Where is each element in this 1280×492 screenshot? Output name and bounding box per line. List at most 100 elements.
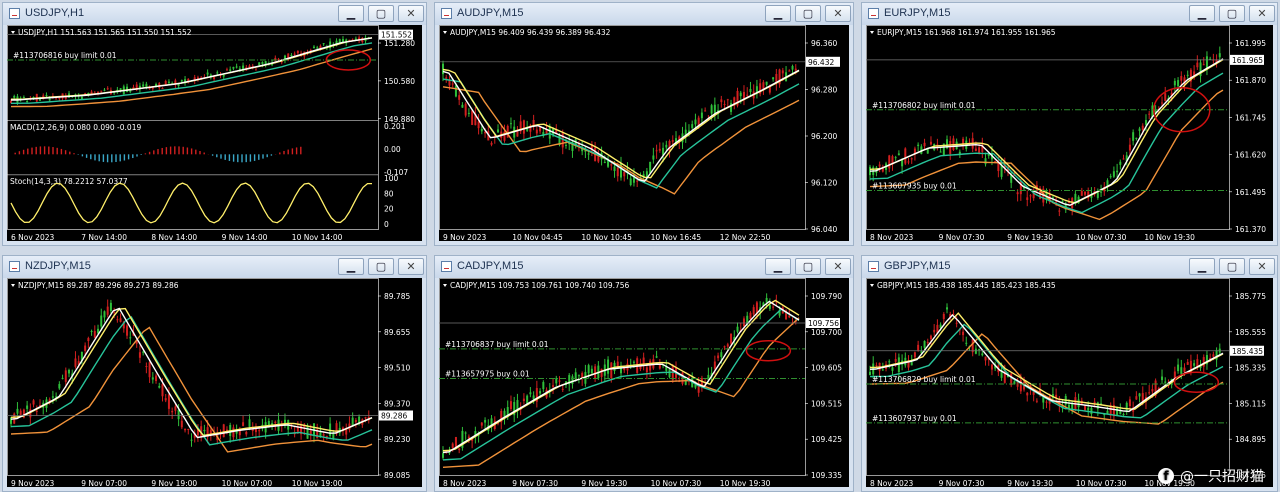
- candle-body: [22, 97, 25, 99]
- candle-body: [103, 311, 106, 318]
- price-axis-label: 185.115: [1235, 399, 1266, 408]
- close-button[interactable]: ✕: [398, 5, 424, 22]
- chart-canvas: 161.965 #113706802 buy limit 0.01 #1136079…: [866, 25, 1266, 242]
- price-axis-label: 96.200: [811, 132, 837, 141]
- restore-icon: ▢: [375, 260, 387, 273]
- candle-body: [1080, 190, 1083, 196]
- chart-window-eurjpy[interactable]: EURJPY,M15 ▁ ▢ ✕ 161.965 #113706802 buy limit…: [861, 2, 1278, 246]
- restore-button[interactable]: ▢: [368, 5, 394, 22]
- candle-body: [552, 385, 555, 387]
- candle-body: [161, 384, 164, 397]
- candle-body: [1093, 401, 1096, 403]
- candle-body: [126, 325, 129, 336]
- price-chart[interactable]: 185.435 #113706829 buy limit 0.01 #1136079…: [866, 278, 1273, 488]
- time-axis-label: 9 Nov 19:30: [581, 479, 627, 488]
- candle-body: [897, 153, 900, 156]
- close-button[interactable]: ✕: [1249, 258, 1275, 275]
- chart-window-icon: [868, 261, 879, 272]
- candle-body: [971, 339, 974, 353]
- restore-button[interactable]: ▢: [795, 258, 821, 275]
- candle-body: [16, 408, 19, 414]
- candle-body: [894, 358, 897, 362]
- candle-body: [529, 392, 532, 395]
- price-chart[interactable]: 89.286 89.785 89.655 89.510 89.370 89.230 89.0…: [7, 278, 422, 488]
- chart-info-line: EURJPY,M15 161.968 161.974 161.955 161.9…: [877, 28, 1056, 37]
- candle-body: [503, 131, 506, 141]
- candle-body: [1218, 53, 1221, 58]
- candle-body: [522, 398, 525, 402]
- window-titlebar[interactable]: AUDJPY,M15 ▁ ▢ ✕: [435, 3, 853, 25]
- candle-body: [917, 344, 920, 351]
- time-axis-label: 9 Nov 07:30: [512, 479, 558, 488]
- chart-window-audjpy[interactable]: AUDJPY,M15 ▁ ▢ ✕ 96.432 96.360 96.280 96.200 96.…: [434, 2, 854, 246]
- close-button[interactable]: ✕: [398, 258, 424, 275]
- price-chart[interactable]: 161.965 #113706802 buy limit 0.01 #1136079…: [866, 25, 1273, 242]
- window-titlebar[interactable]: EURJPY,M15 ▁ ▢ ✕: [862, 3, 1277, 25]
- candle-body: [655, 356, 658, 358]
- candle-body: [484, 420, 487, 423]
- minimize-button[interactable]: ▁: [1189, 5, 1215, 22]
- minimize-button[interactable]: ▁: [765, 5, 791, 22]
- candle-body: [869, 371, 871, 376]
- info-arrow-icon: [443, 284, 447, 287]
- candle-body: [1128, 399, 1131, 407]
- chart-window-nzdjpy[interactable]: NZDJPY,M15 ▁ ▢ ✕ 89.286 89.785 89.655 89.510 89.…: [2, 255, 427, 492]
- candle-body: [26, 100, 29, 102]
- price-chart[interactable]: 96.432 96.360 96.280 96.200 96.120 96.040 9 No…: [439, 25, 849, 242]
- window-titlebar[interactable]: GBPJPY,M15 ▁ ▢ ✕: [862, 256, 1277, 278]
- candle-body: [129, 337, 132, 339]
- chart-canvas: 96.432 96.360 96.280 96.200 96.120 96.040 9 No…: [439, 25, 840, 242]
- candle-body: [710, 105, 713, 114]
- candle-body: [1144, 120, 1147, 125]
- minimize-button[interactable]: ▁: [338, 258, 364, 275]
- price-axis-label: 161.620: [1235, 151, 1266, 160]
- candle-body: [984, 356, 987, 361]
- window-titlebar[interactable]: USDJPY,H1 ▁ ▢ ✕: [3, 3, 426, 25]
- time-axis-label: 12 Nov 22:50: [720, 233, 771, 242]
- chart-info-line: CADJPY,M15 109.753 109.761 109.740 109.7…: [450, 281, 630, 290]
- candle-body: [261, 62, 264, 64]
- minimize-button[interactable]: ▁: [1189, 258, 1215, 275]
- time-axis-label: 9 Nov 14:00: [222, 233, 268, 242]
- chart-window-cadjpy[interactable]: CADJPY,M15 ▁ ▢ ✕ 109.756 #113706837 buy limit…: [434, 255, 854, 492]
- restore-button[interactable]: ▢: [1219, 258, 1245, 275]
- window-titlebar[interactable]: CADJPY,M15 ▁ ▢ ✕: [435, 256, 853, 278]
- time-axis-label: 6 Nov 2023: [11, 233, 54, 242]
- candle-body: [1183, 367, 1186, 373]
- chart-window-icon: [9, 261, 20, 272]
- minimize-button[interactable]: ▁: [338, 5, 364, 22]
- time-axis-label: 9 Nov 19:30: [1007, 479, 1053, 488]
- restore-button[interactable]: ▢: [1219, 5, 1245, 22]
- close-button[interactable]: ✕: [825, 258, 851, 275]
- candle-body: [213, 77, 216, 79]
- candle-body: [878, 164, 881, 167]
- chart-info-line: USDJPY,H1 151.563 151.565 151.550 151.55…: [18, 28, 192, 37]
- close-icon: ✕: [406, 260, 416, 273]
- close-icon: ✕: [833, 260, 843, 273]
- candle-body: [509, 401, 512, 410]
- candle-body: [1177, 364, 1180, 372]
- candle-body: [1096, 192, 1099, 198]
- restore-button[interactable]: ▢: [368, 258, 394, 275]
- restore-button[interactable]: ▢: [795, 5, 821, 22]
- candle-body: [187, 428, 190, 430]
- candle-body: [671, 140, 674, 142]
- price-chart[interactable]: 151.552 #113706816 buy limit 0.01 151.280 1…: [7, 25, 422, 242]
- chart-window-gbpjpy[interactable]: GBPJPY,M15 ▁ ▢ ✕ 185.435 #113706829 buy limit…: [861, 255, 1278, 492]
- candle-body: [535, 129, 538, 134]
- close-button[interactable]: ✕: [1249, 5, 1275, 22]
- minimize-button[interactable]: ▁: [765, 258, 791, 275]
- candle-body: [607, 359, 610, 374]
- candle-body: [768, 305, 771, 309]
- price-chart[interactable]: 109.756 #113706837 buy limit 0.01 #1136579…: [439, 278, 849, 488]
- close-button[interactable]: ✕: [825, 5, 851, 22]
- chart-info-line: NZDJPY,M15 89.287 89.296 89.273 89.286: [18, 281, 179, 290]
- candle-body: [665, 144, 668, 148]
- minimize-icon: ▁: [773, 260, 783, 273]
- price-axis-label: 185.335: [1235, 364, 1266, 373]
- chart-window-usdjpy[interactable]: USDJPY,H1 ▁ ▢ ✕ 151.552 #113706816 buy limit …: [2, 2, 427, 246]
- time-axis-label: 10 Nov 14:00: [292, 233, 343, 242]
- order-label: #113706837 buy limit 0.01: [445, 340, 549, 349]
- window-titlebar[interactable]: NZDJPY,M15 ▁ ▢ ✕: [3, 256, 426, 278]
- order-label: #113607937 buy 0.01: [872, 414, 957, 423]
